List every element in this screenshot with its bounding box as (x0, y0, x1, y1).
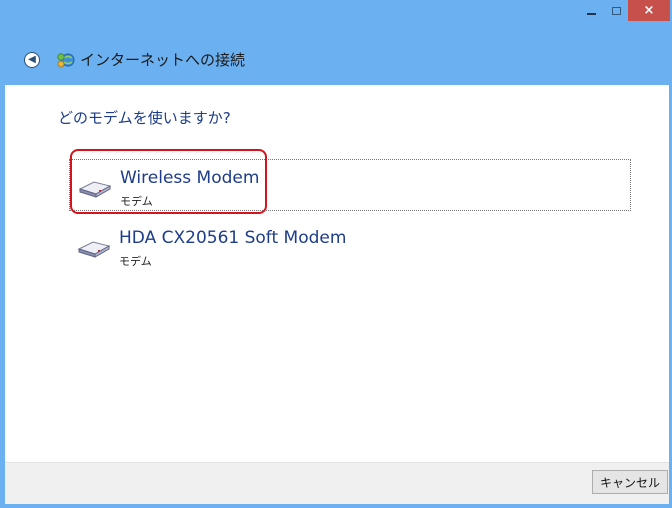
modem-list-item-hda[interactable]: HDA CX20561 Soft Modem モデム (69, 220, 631, 272)
dialog-window: × ◀ インターネットへの接続 どのモデムを使いますか? Wireless Mo… (0, 0, 672, 508)
page-title: インターネットへの接続 (80, 51, 246, 69)
modem-type: モデム (120, 195, 153, 208)
modem-question-heading: どのモデムを使いますか? (58, 109, 231, 127)
network-connection-icon (57, 53, 75, 68)
modem-type: モデム (119, 255, 152, 268)
back-arrow-icon: ◀ (28, 54, 36, 65)
footer-bar: キャンセル (5, 462, 669, 504)
modem-list-item-wireless[interactable]: Wireless Modem モデム (69, 159, 631, 211)
navigation-bar: ◀ インターネットへの接続 (1, 35, 672, 85)
maximize-button[interactable] (605, 0, 627, 21)
back-button[interactable]: ◀ (24, 52, 40, 68)
maximize-icon (611, 6, 621, 15)
minimize-icon (586, 12, 596, 15)
close-button[interactable]: × (628, 0, 670, 21)
cancel-button[interactable]: キャンセル (592, 470, 668, 494)
content-area: どのモデムを使いますか? Wireless Modem モデム HDA CX20… (5, 85, 669, 462)
modem-icon (77, 241, 111, 258)
minimize-button[interactable] (578, 0, 604, 21)
title-bar[interactable]: × (1, 0, 672, 35)
modem-icon (78, 181, 112, 198)
close-icon: × (643, 3, 655, 18)
modem-name: HDA CX20561 Soft Modem (119, 228, 347, 248)
modem-name: Wireless Modem (120, 168, 260, 188)
